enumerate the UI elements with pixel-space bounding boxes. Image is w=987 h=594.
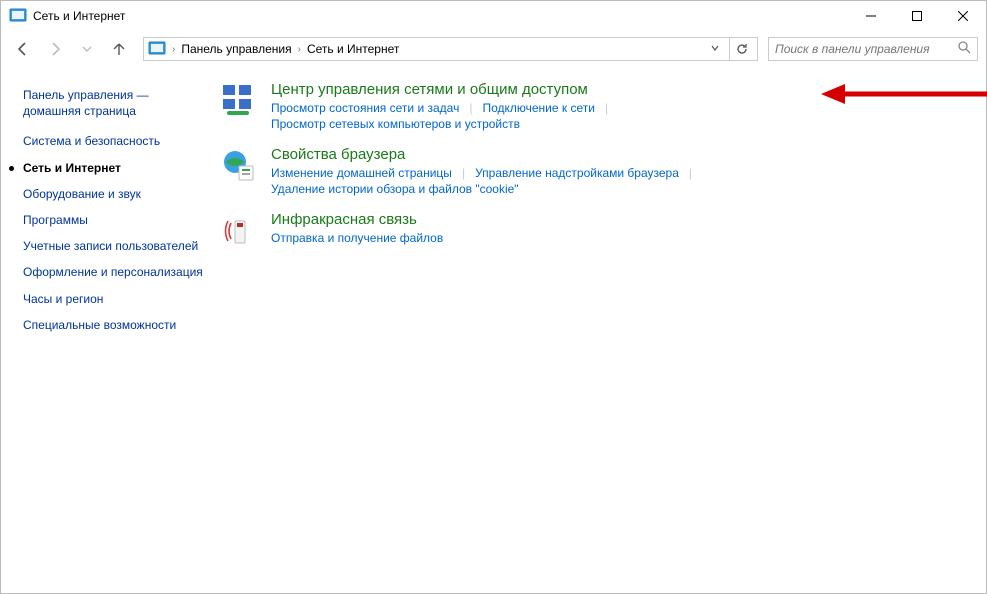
- chevron-right-icon[interactable]: ›: [296, 44, 303, 55]
- search-box[interactable]: [768, 37, 978, 61]
- cp-home-line1: Панель управления —: [23, 88, 149, 102]
- infrared-title[interactable]: Инфракрасная связь: [271, 211, 966, 228]
- internet-options-icon: [221, 148, 257, 184]
- link-divider: |: [459, 101, 482, 115]
- sidebar-item-network-internet[interactable]: Сеть и Интернет: [23, 160, 211, 176]
- content: Панель управления — домашняя страница Си…: [1, 67, 986, 343]
- cp-home-line2: домашняя страница: [23, 104, 136, 118]
- minimize-button[interactable]: [848, 1, 894, 31]
- sidebar-item-system-security[interactable]: Система и безопасность: [23, 133, 211, 149]
- control-panel-icon: [148, 40, 166, 58]
- network-sharing-icon: [221, 83, 257, 119]
- search-icon[interactable]: [958, 41, 971, 57]
- navbar: › Панель управления › Сеть и Интернет: [1, 31, 986, 67]
- link-divider: |: [452, 166, 475, 180]
- link-change-homepage[interactable]: Изменение домашней страницы: [271, 165, 452, 181]
- breadcrumb-root[interactable]: Панель управления: [181, 42, 291, 56]
- up-button[interactable]: [105, 35, 133, 63]
- refresh-button[interactable]: [729, 38, 753, 60]
- control-panel-home-link[interactable]: Панель управления — домашняя страница: [23, 87, 211, 119]
- internet-options-title[interactable]: Свойства браузера: [271, 146, 966, 163]
- close-button[interactable]: [940, 1, 986, 31]
- window-controls: [848, 1, 986, 31]
- control-panel-icon: [9, 7, 27, 25]
- search-input[interactable]: [775, 42, 952, 56]
- link-divider: |: [679, 166, 702, 180]
- sidebar: Панель управления — домашняя страница Си…: [1, 79, 211, 343]
- address-dropdown-button[interactable]: [705, 44, 725, 55]
- link-manage-addons[interactable]: Управление надстройками браузера: [475, 165, 679, 181]
- maximize-button[interactable]: [894, 1, 940, 31]
- forward-button[interactable]: [41, 35, 69, 63]
- address-bar[interactable]: › Панель управления › Сеть и Интернет: [143, 37, 758, 61]
- link-delete-history[interactable]: Удаление истории обзора и файлов "cookie…: [271, 181, 519, 197]
- sidebar-item-hardware-sound[interactable]: Оборудование и звук: [23, 186, 211, 202]
- section-network-sharing: Центр управления сетями и общим доступом…: [221, 81, 966, 132]
- chevron-right-icon[interactable]: ›: [170, 44, 177, 55]
- section-infrared: Инфракрасная связь Отправка и получение …: [221, 211, 966, 249]
- link-view-status[interactable]: Просмотр состояния сети и задач: [271, 100, 459, 116]
- link-connect-network[interactable]: Подключение к сети: [482, 100, 594, 116]
- infrared-icon: [221, 213, 257, 249]
- sidebar-item-ease-of-access[interactable]: Специальные возможности: [23, 317, 211, 333]
- sidebar-item-programs[interactable]: Программы: [23, 212, 211, 228]
- link-view-computers[interactable]: Просмотр сетевых компьютеров и устройств: [271, 116, 520, 132]
- breadcrumb-current[interactable]: Сеть и Интернет: [307, 42, 399, 56]
- link-divider: |: [595, 101, 618, 115]
- sidebar-item-appearance[interactable]: Оформление и персонализация: [23, 264, 211, 280]
- back-button[interactable]: [9, 35, 37, 63]
- sidebar-item-user-accounts[interactable]: Учетные записи пользователей: [23, 238, 211, 254]
- network-sharing-title[interactable]: Центр управления сетями и общим доступом: [271, 81, 966, 98]
- section-internet-options: Свойства браузера Изменение домашней стр…: [221, 146, 966, 197]
- window-title: Сеть и Интернет: [33, 9, 125, 23]
- main-panel: Центр управления сетями и общим доступом…: [211, 79, 986, 343]
- recent-locations-button[interactable]: [73, 35, 101, 63]
- titlebar: Сеть и Интернет: [1, 1, 986, 31]
- sidebar-item-clock-region[interactable]: Часы и регион: [23, 291, 211, 307]
- link-send-receive-files[interactable]: Отправка и получение файлов: [271, 230, 443, 246]
